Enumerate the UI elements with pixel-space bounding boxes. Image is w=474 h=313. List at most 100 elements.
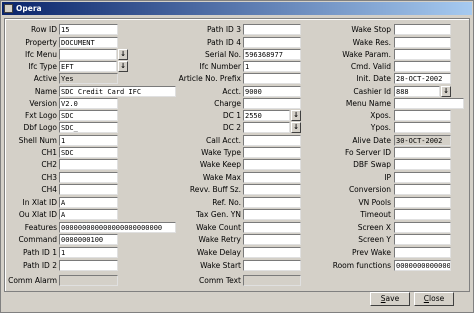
wake-count-field[interactable] bbox=[243, 222, 301, 233]
dc2-lov-button[interactable]: ↓ bbox=[291, 122, 301, 133]
dbf-logo-field[interactable]: SDC_ bbox=[59, 122, 118, 133]
version-label: Version bbox=[29, 99, 57, 108]
cmd-valid-field[interactable] bbox=[394, 61, 451, 72]
room-functions-label: Room functions bbox=[332, 261, 391, 270]
close-button[interactable]: Close bbox=[414, 292, 454, 306]
vn-pools-label: VN Pools bbox=[358, 198, 391, 207]
version-field[interactable]: V2.0 bbox=[59, 98, 118, 109]
tax-gen-yn-label: Tax Gen. YN bbox=[196, 210, 241, 219]
dbf-swap-label: DBF Swap bbox=[353, 160, 391, 169]
wake-delay-field[interactable] bbox=[243, 247, 301, 258]
ch1-field[interactable]: SDC bbox=[59, 147, 118, 158]
dc1-lov-button[interactable]: ↓ bbox=[291, 110, 301, 121]
ref-no-field[interactable] bbox=[243, 197, 301, 208]
shell-num-label: Shell Num bbox=[18, 136, 57, 145]
ifc-type-field[interactable]: EFT bbox=[59, 61, 117, 72]
screen-x-label: Screen X bbox=[357, 223, 391, 232]
ifc-menu-field[interactable] bbox=[59, 49, 117, 60]
wake-max-field[interactable] bbox=[243, 172, 301, 183]
app-icon bbox=[4, 4, 13, 13]
wake-type-label: Wake Type bbox=[201, 148, 241, 157]
conversion-label: Conversion bbox=[348, 185, 391, 194]
article-prefix-label: Article No. Prefix bbox=[178, 74, 241, 83]
screen-y-label: Screen Y bbox=[358, 235, 391, 244]
wake-stop-field[interactable] bbox=[394, 24, 451, 35]
serial-no-label: Serial No. bbox=[204, 50, 241, 59]
revv-buff-sz-field[interactable] bbox=[243, 184, 301, 195]
ch3-label: CH3 bbox=[41, 173, 57, 182]
wake-retry-label: Wake Retry bbox=[198, 235, 241, 244]
row-id-label: Row ID bbox=[31, 25, 57, 34]
active-field[interactable]: Yes bbox=[59, 73, 118, 84]
path-id-1-field[interactable]: 1 bbox=[59, 247, 118, 258]
acct-label: Acct. bbox=[222, 87, 241, 96]
wake-keep-field[interactable] bbox=[243, 159, 301, 170]
alive-date-field[interactable]: 30-OCT-2002 bbox=[394, 135, 451, 146]
ip-field[interactable] bbox=[394, 172, 451, 183]
call-acct-label: Call Acct. bbox=[206, 136, 241, 145]
cashier-id-field[interactable]: 888 bbox=[394, 86, 440, 97]
path-id-2-field[interactable] bbox=[59, 260, 118, 271]
path-id-4-label: Path ID 4 bbox=[206, 38, 241, 47]
ou-xlat-id-field[interactable]: A bbox=[59, 209, 118, 220]
cmd-valid-label: Cmd. Valid bbox=[350, 62, 391, 71]
ifc-type-lov-button[interactable]: ↓ bbox=[118, 61, 128, 72]
ch4-label: CH4 bbox=[41, 185, 57, 194]
vn-pools-field[interactable] bbox=[394, 197, 451, 208]
serial-no-field[interactable]: 596368977 bbox=[243, 49, 301, 60]
features-field[interactable]: 000000000000000000000000 bbox=[59, 222, 176, 233]
dc2-field[interactable] bbox=[243, 122, 290, 133]
in-xlat-id-field[interactable]: A bbox=[59, 197, 118, 208]
property-field[interactable]: DOCUMENT bbox=[59, 37, 118, 48]
ifc-menu-lov-button[interactable]: ↓ bbox=[118, 49, 128, 60]
dc1-field[interactable]: 2550 bbox=[243, 110, 290, 121]
screen-x-field[interactable] bbox=[394, 222, 451, 233]
wake-type-field[interactable] bbox=[243, 147, 301, 158]
call-acct-field[interactable] bbox=[243, 135, 301, 146]
ch2-field[interactable] bbox=[59, 159, 118, 170]
path-id-4-field[interactable] bbox=[243, 37, 301, 48]
menu-name-label: Menu Name bbox=[345, 99, 391, 108]
ch3-field[interactable] bbox=[59, 172, 118, 183]
cashier-id-lov-button[interactable]: ↓ bbox=[441, 86, 451, 97]
init-date-label: Init. Date bbox=[356, 74, 391, 83]
prev-wake-label: Prev Wake bbox=[352, 248, 391, 257]
dbf-swap-field[interactable] bbox=[394, 159, 451, 170]
shell-num-field[interactable]: 1 bbox=[59, 135, 118, 146]
ifc-number-field[interactable]: 1 bbox=[243, 61, 301, 72]
charge-field[interactable] bbox=[243, 98, 301, 109]
ifc-type-label: Ifc Type bbox=[28, 62, 57, 71]
ch4-field[interactable] bbox=[59, 184, 118, 195]
init-date-field[interactable]: 28-OCT-2002 bbox=[394, 73, 451, 84]
comm-text-field[interactable] bbox=[243, 275, 301, 286]
acct-field[interactable]: 9000 bbox=[243, 86, 301, 97]
wake-param-field[interactable] bbox=[394, 49, 451, 60]
conversion-field[interactable] bbox=[394, 184, 451, 195]
prev-wake-field[interactable] bbox=[394, 247, 451, 258]
row-id-field[interactable]: 15 bbox=[59, 24, 118, 35]
wake-retry-field[interactable] bbox=[243, 234, 301, 245]
property-label: Property bbox=[25, 38, 57, 47]
room-functions-field[interactable]: 00000000000000 bbox=[394, 260, 451, 271]
comm-text-label: Comm Text bbox=[199, 276, 241, 285]
article-prefix-field[interactable] bbox=[243, 73, 301, 84]
command-field[interactable]: 0000000100 bbox=[59, 234, 118, 245]
wake-res-field[interactable] bbox=[394, 37, 451, 48]
comm-alarm-label: Comm Alarm bbox=[8, 276, 57, 285]
ref-no-label: Ref. No. bbox=[212, 198, 241, 207]
comm-alarm-field[interactable] bbox=[59, 275, 118, 286]
menu-name-field[interactable] bbox=[394, 98, 464, 109]
tax-gen-yn-field[interactable] bbox=[243, 209, 301, 220]
title-bar: Opera bbox=[2, 2, 472, 15]
fo-server-id-field[interactable] bbox=[394, 147, 451, 158]
wake-start-field[interactable] bbox=[243, 260, 301, 271]
timeout-field[interactable] bbox=[394, 209, 451, 220]
save-button[interactable]: Save bbox=[370, 292, 410, 306]
path-id-3-field[interactable] bbox=[243, 24, 301, 35]
fxt-logo-field[interactable]: SDC bbox=[59, 110, 118, 121]
screen-y-field[interactable] bbox=[394, 234, 451, 245]
name-field[interactable]: SDC Credit Card IFC bbox=[59, 86, 176, 97]
ypos-field[interactable] bbox=[394, 122, 451, 133]
ifc-menu-label: Ifc Menu bbox=[25, 50, 57, 59]
xpos-field[interactable] bbox=[394, 110, 451, 121]
